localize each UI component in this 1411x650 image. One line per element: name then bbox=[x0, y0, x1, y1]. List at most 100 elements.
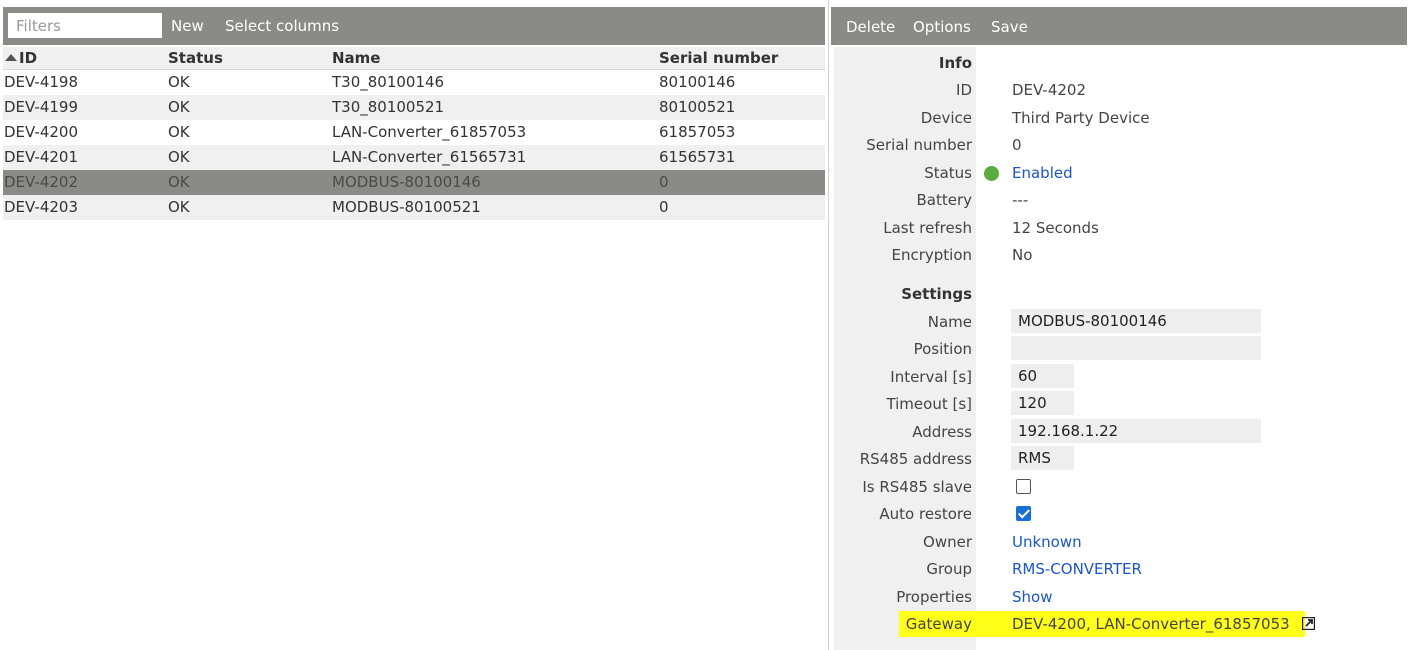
timeout-input[interactable] bbox=[1011, 391, 1074, 415]
address-label: Address bbox=[912, 423, 972, 441]
properties-label: Properties bbox=[896, 588, 972, 606]
group-link[interactable]: RMS-CONVERTER bbox=[1012, 557, 1142, 581]
cell-name: T30_80100146 bbox=[332, 73, 445, 91]
field-status: Status Enabled bbox=[834, 161, 1404, 185]
last-refresh-label: Last refresh bbox=[883, 219, 972, 237]
field-device: Device Third Party Device bbox=[834, 106, 1404, 130]
field-gateway: Gateway DEV-4200, LAN-Converter_61857053 bbox=[834, 612, 1404, 636]
field-interval: Interval [s] bbox=[834, 364, 1404, 389]
rs485-address-input[interactable] bbox=[1011, 446, 1074, 470]
column-header-id-label: ID bbox=[19, 49, 38, 67]
gateway-label: Gateway bbox=[905, 615, 972, 633]
last-refresh-value: 12 Seconds bbox=[1012, 219, 1099, 237]
auto-restore-label: Auto restore bbox=[879, 505, 972, 523]
device-label: Device bbox=[920, 109, 972, 127]
is-rs485-slave-checkbox[interactable] bbox=[1016, 479, 1031, 494]
cell-serial: 0 bbox=[659, 198, 669, 216]
sort-ascending-icon bbox=[5, 53, 17, 61]
column-header-name[interactable]: Name bbox=[332, 47, 380, 70]
position-input[interactable] bbox=[1011, 336, 1261, 360]
cell-status: OK bbox=[168, 98, 190, 116]
cell-name: LAN-Converter_61857053 bbox=[332, 123, 527, 141]
field-last-refresh: Last refresh 12 Seconds bbox=[834, 216, 1404, 240]
name-label: Name bbox=[927, 313, 972, 331]
table-row-selected[interactable]: DEV-4202 OK MODBUS-80100146 0 bbox=[3, 170, 825, 195]
field-serial: Serial number 0 bbox=[834, 133, 1404, 157]
field-auto-restore: Auto restore bbox=[834, 502, 1404, 526]
field-timeout: Timeout [s] bbox=[834, 391, 1404, 416]
info-section-header: Info bbox=[834, 51, 1404, 75]
table-row[interactable]: DEV-4200 OK LAN-Converter_61857053 61857… bbox=[3, 120, 825, 145]
save-button[interactable]: Save bbox=[991, 7, 1028, 45]
field-encryption: Encryption No bbox=[834, 243, 1404, 267]
group-label: Group bbox=[926, 560, 972, 578]
encryption-value: No bbox=[1012, 246, 1033, 264]
is-rs485-slave-label: Is RS485 slave bbox=[862, 478, 972, 496]
table-row[interactable]: DEV-4199 OK T30_80100521 80100521 bbox=[3, 95, 825, 120]
table-row[interactable]: DEV-4203 OK MODBUS-80100521 0 bbox=[3, 195, 825, 220]
address-input[interactable] bbox=[1011, 419, 1261, 443]
id-label: ID bbox=[956, 81, 972, 99]
column-header-status[interactable]: Status bbox=[168, 47, 223, 70]
field-id: ID DEV-4202 bbox=[834, 78, 1404, 102]
cell-status: OK bbox=[168, 173, 190, 191]
field-is-rs485-slave: Is RS485 slave bbox=[834, 475, 1404, 499]
cell-id: DEV-4203 bbox=[4, 198, 78, 216]
field-battery: Battery --- bbox=[834, 188, 1404, 212]
field-owner: Owner Unknown bbox=[834, 530, 1404, 554]
table-row[interactable]: DEV-4201 OK LAN-Converter_61565731 61565… bbox=[3, 145, 825, 170]
cell-serial: 61565731 bbox=[659, 148, 736, 166]
cell-status: OK bbox=[168, 198, 190, 216]
cell-status: OK bbox=[168, 148, 190, 166]
column-header-serial[interactable]: Serial number bbox=[659, 47, 778, 70]
rs485-address-label: RS485 address bbox=[859, 450, 972, 468]
list-toolbar: New Select columns bbox=[3, 7, 825, 45]
cell-id: DEV-4199 bbox=[4, 98, 78, 116]
cell-serial: 61857053 bbox=[659, 123, 736, 141]
owner-label: Owner bbox=[923, 533, 972, 551]
pane-divider[interactable] bbox=[828, 0, 829, 650]
serial-value: 0 bbox=[1012, 136, 1022, 154]
filter-input[interactable] bbox=[8, 13, 162, 38]
timeout-label: Timeout [s] bbox=[886, 395, 972, 413]
gateway-value[interactable]: DEV-4200, LAN-Converter_61857053 bbox=[1012, 615, 1290, 633]
encryption-label: Encryption bbox=[891, 246, 972, 264]
new-button[interactable]: New bbox=[171, 7, 204, 45]
info-header: Info bbox=[938, 54, 972, 72]
properties-link[interactable]: Show bbox=[1012, 585, 1052, 609]
field-address: Address bbox=[834, 419, 1404, 444]
column-header-id[interactable]: ID bbox=[4, 47, 37, 70]
external-link-icon[interactable] bbox=[1301, 613, 1315, 631]
cell-status: OK bbox=[168, 123, 190, 141]
status-link[interactable]: Enabled bbox=[1012, 161, 1073, 185]
delete-button[interactable]: Delete bbox=[846, 7, 895, 45]
select-columns-button[interactable]: Select columns bbox=[225, 7, 339, 45]
cell-name: LAN-Converter_61565731 bbox=[332, 148, 527, 166]
device-list-pane: New Select columns ID Status Name Serial… bbox=[0, 0, 827, 650]
gateway-value-wrap[interactable]: DEV-4200, LAN-Converter_61857053 bbox=[1012, 612, 1315, 636]
id-value: DEV-4202 bbox=[1012, 81, 1086, 99]
status-dot-icon bbox=[984, 166, 999, 181]
cell-serial: 80100146 bbox=[659, 73, 736, 91]
interval-label: Interval [s] bbox=[890, 368, 972, 386]
interval-input[interactable] bbox=[1011, 364, 1074, 388]
field-group: Group RMS-CONVERTER bbox=[834, 557, 1404, 581]
detail-toolbar: Delete Options Save bbox=[831, 7, 1407, 45]
battery-label: Battery bbox=[916, 191, 972, 209]
cell-id: DEV-4198 bbox=[4, 73, 78, 91]
cell-id: DEV-4201 bbox=[4, 148, 78, 166]
table-row[interactable]: DEV-4198 OK T30_80100146 80100146 bbox=[3, 70, 825, 95]
device-table: ID Status Name Serial number DEV-4198 OK… bbox=[3, 47, 825, 220]
cell-name: T30_80100521 bbox=[332, 98, 445, 116]
cell-serial: 0 bbox=[659, 173, 669, 191]
cell-name: MODBUS-80100521 bbox=[332, 198, 481, 216]
battery-value: --- bbox=[1012, 191, 1029, 209]
auto-restore-checkbox[interactable] bbox=[1016, 506, 1031, 521]
field-name: Name bbox=[834, 309, 1404, 334]
device-value: Third Party Device bbox=[1012, 109, 1150, 127]
field-properties: Properties Show bbox=[834, 585, 1404, 609]
options-button[interactable]: Options bbox=[913, 7, 971, 45]
cell-id: DEV-4202 bbox=[4, 173, 78, 191]
owner-link[interactable]: Unknown bbox=[1012, 530, 1082, 554]
name-input[interactable] bbox=[1011, 309, 1261, 333]
